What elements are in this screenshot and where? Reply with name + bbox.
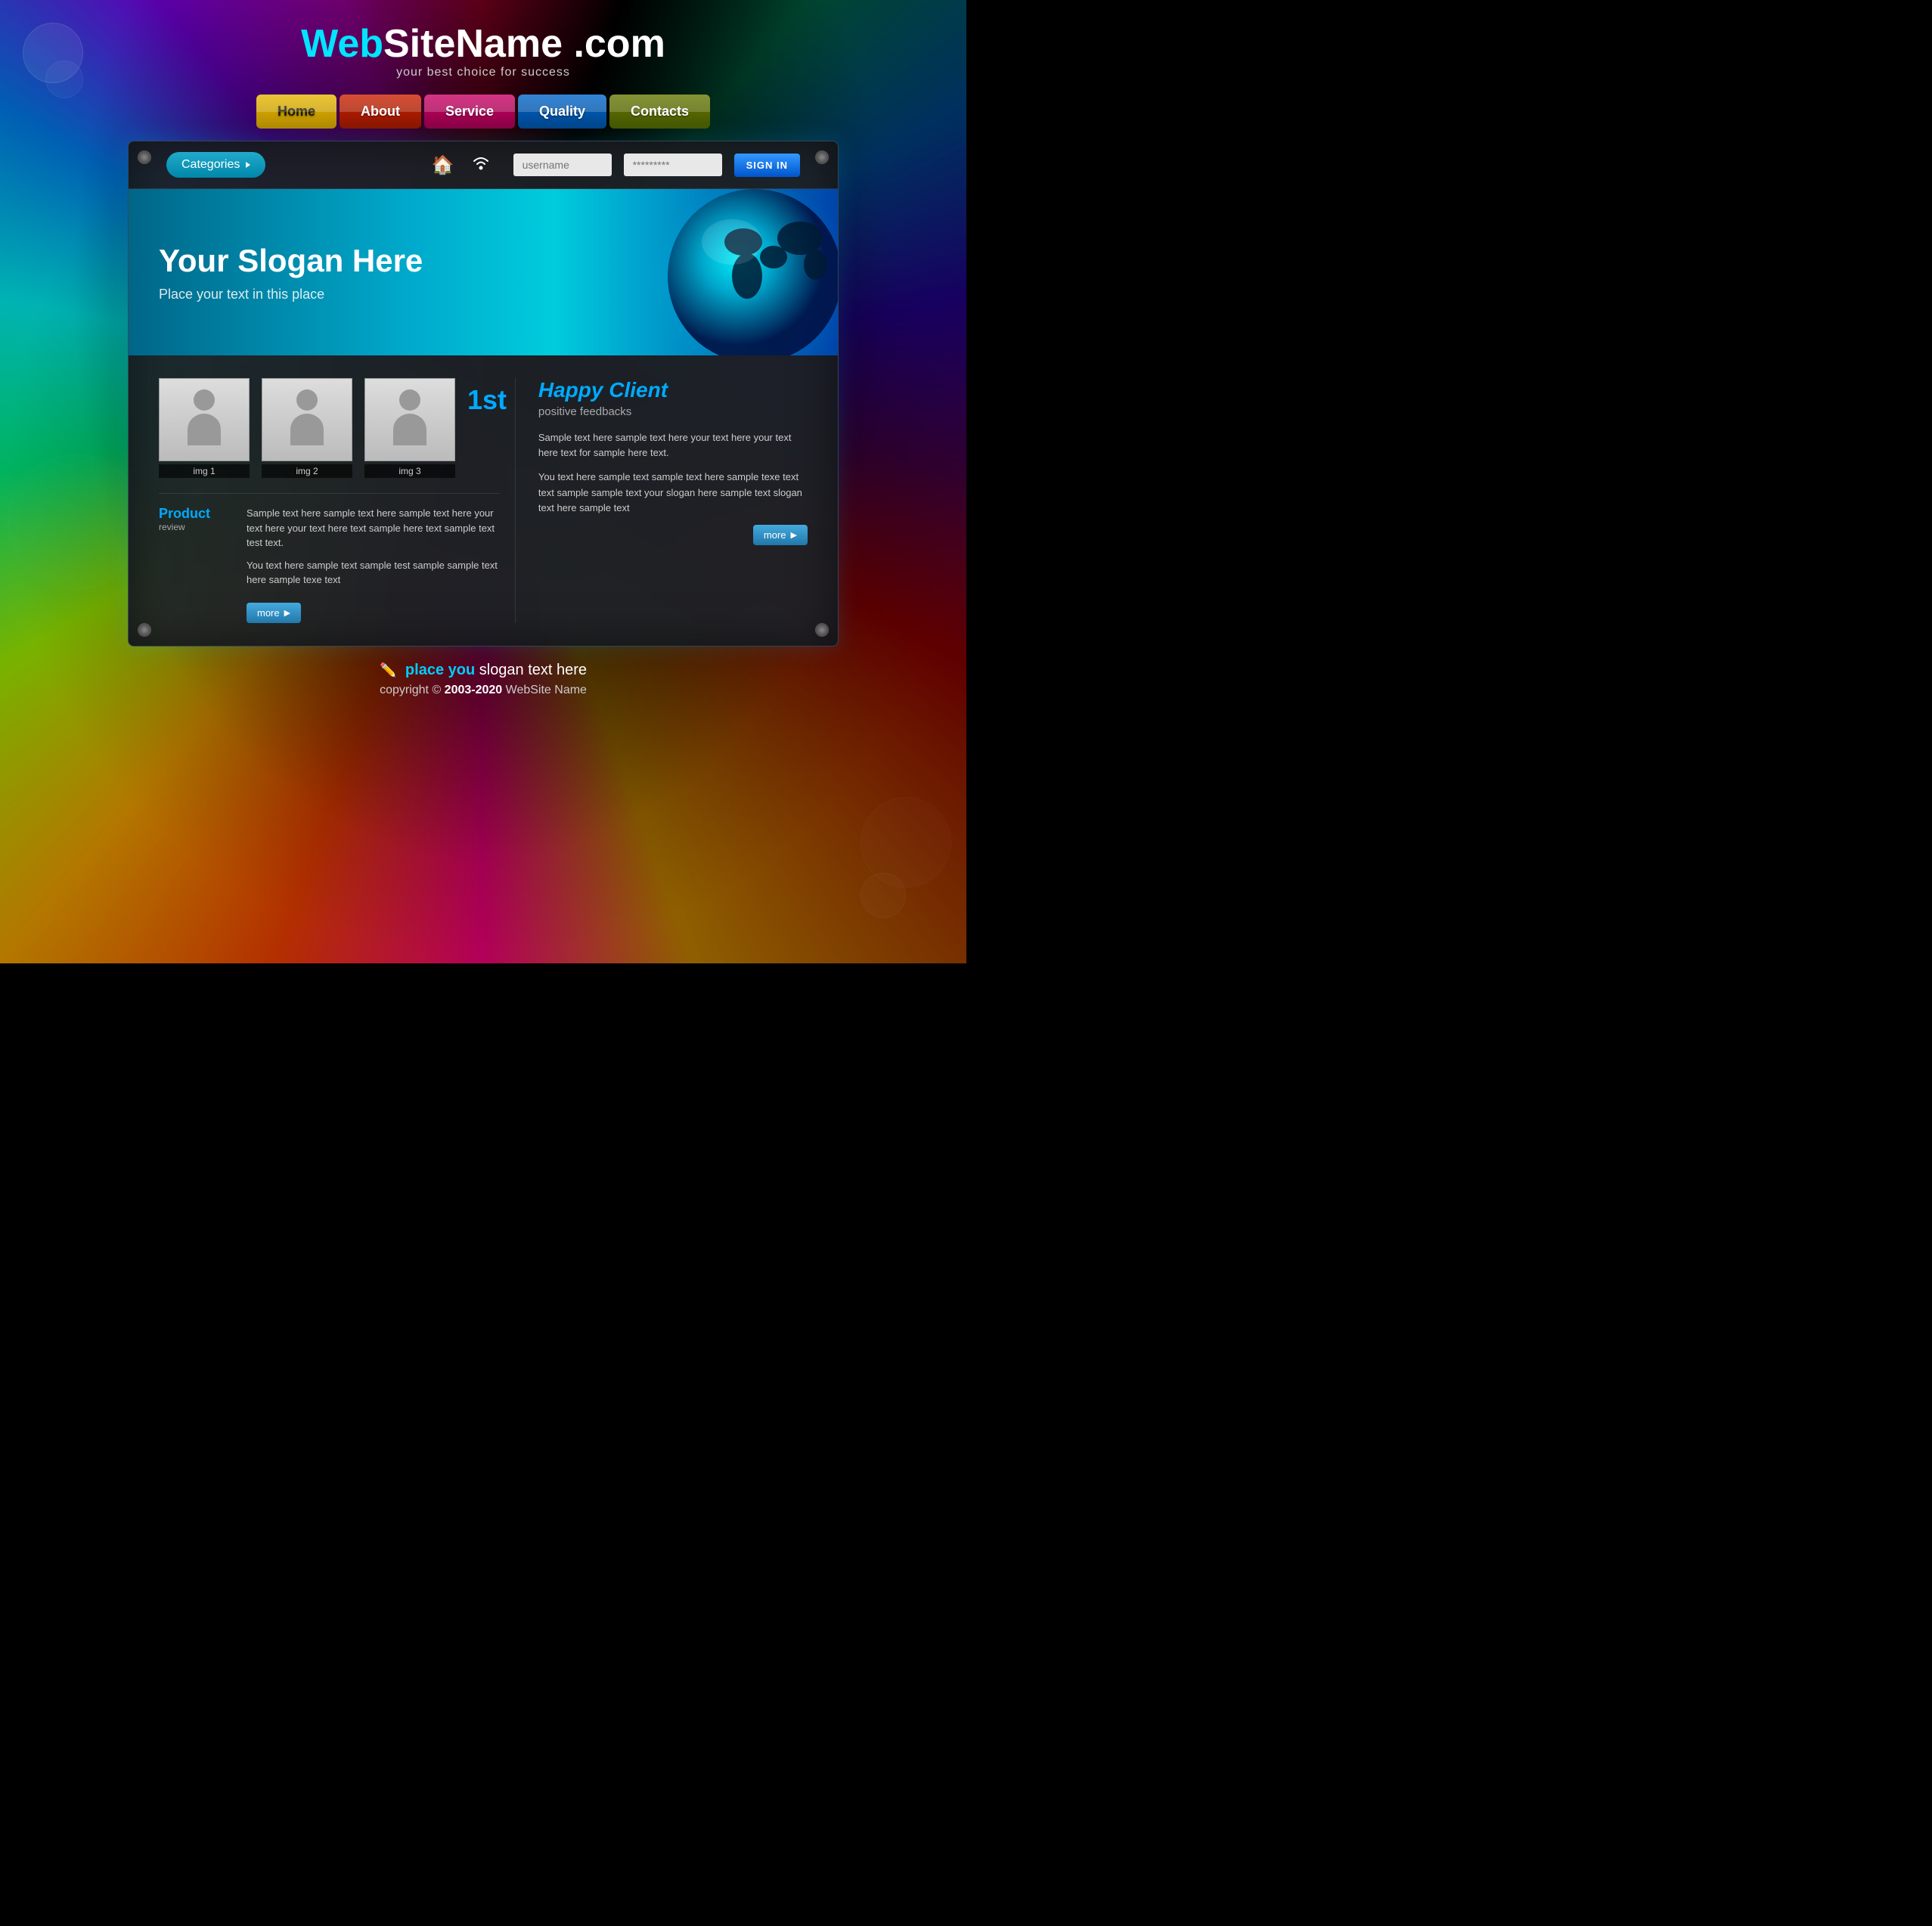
deco-circle-3	[8, 454, 144, 590]
product-text: Sample text here sample text here sample…	[247, 506, 500, 623]
nav-bar: Home About Service Quality Contacts	[128, 95, 839, 129]
right-column: Happy Client positive feedbacks Sample t…	[516, 378, 808, 623]
product-more-arrow-icon: ▶	[284, 608, 290, 618]
image-card-3: img 3	[364, 378, 455, 478]
nav-about[interactable]: About	[340, 95, 421, 129]
images-row: img 1 img 2	[159, 378, 500, 478]
page-wrapper: WebSiteName .com your best choice for su…	[128, 0, 839, 705]
footer-slogan-rest: slogan text here	[475, 662, 587, 678]
globe-svg	[581, 189, 838, 355]
footer: ✏️ place you slogan text here copyright …	[128, 647, 839, 705]
password-input[interactable]	[624, 154, 722, 176]
person-body-3	[393, 414, 426, 445]
happy-text-2: You text here sample text sample text he…	[538, 470, 808, 515]
hero-text: Your Slogan Here Place your text in this…	[159, 243, 423, 302]
product-label: Product review	[159, 506, 234, 623]
person-head-2	[296, 389, 318, 411]
screw-bottom-left	[138, 623, 151, 637]
hero-banner: Your Slogan Here Place your text in this…	[129, 189, 838, 355]
img-placeholder-3	[364, 378, 455, 461]
happy-client-text: Sample text here sample text here your t…	[538, 430, 808, 516]
nav-contacts[interactable]: Contacts	[609, 95, 710, 129]
img-label-1: img 1	[159, 464, 250, 478]
happy-client-subtitle: positive feedbacks	[538, 405, 808, 418]
product-more-button[interactable]: more ▶	[247, 603, 301, 623]
product-title: Product	[159, 506, 234, 522]
product-section: Product review Sample text here sample t…	[159, 493, 500, 623]
main-panel: Categories 🏠 SIGN IN Your Slogan Here	[128, 141, 839, 647]
site-header: WebSiteName .com your best choice for su…	[128, 23, 839, 79]
person-body-2	[290, 414, 324, 445]
product-more-label: more	[257, 607, 280, 619]
image-card-1: img 1	[159, 378, 250, 478]
person-head-3	[399, 389, 420, 411]
title-web: Web	[301, 22, 383, 66]
person-head-1	[194, 389, 215, 411]
title-rest: SiteName .com	[383, 22, 665, 66]
signin-button[interactable]: SIGN IN	[734, 154, 800, 177]
left-column: img 1 img 2	[159, 378, 516, 623]
person-icon-1	[185, 389, 223, 450]
happy-text-1: Sample text here sample text here your t…	[538, 430, 808, 461]
home-icon[interactable]: 🏠	[432, 154, 454, 176]
img-placeholder-1	[159, 378, 250, 461]
happy-more-label: more	[764, 529, 786, 541]
hero-subtext: Place your text in this place	[159, 287, 423, 302]
categories-arrow-icon	[246, 162, 250, 168]
img-label-3: img 3	[364, 464, 455, 478]
footer-slogan: ✏️ place you slogan text here	[128, 662, 839, 679]
rank-badge: 1st	[467, 384, 507, 416]
image-card-2: img 2	[262, 378, 352, 478]
product-text-1: Sample text here sample text here sample…	[247, 506, 500, 551]
person-icon-2	[288, 389, 326, 450]
happy-more-arrow-icon: ▶	[791, 530, 797, 540]
footer-highlight: place you	[405, 662, 475, 678]
categories-button[interactable]: Categories	[166, 152, 265, 178]
deco-circle-2	[45, 60, 83, 98]
person-body-1	[188, 414, 221, 445]
categories-label: Categories	[181, 158, 240, 172]
top-bar: Categories 🏠 SIGN IN	[129, 141, 838, 189]
product-subtitle: review	[159, 522, 234, 532]
screw-bottom-right	[815, 623, 829, 637]
deco-circle-5	[861, 873, 906, 918]
hero-heading: Your Slogan Here	[159, 243, 423, 279]
pencil-icon: ✏️	[380, 662, 396, 678]
content-section: img 1 img 2	[129, 355, 838, 646]
person-icon-3	[391, 389, 429, 450]
nav-service[interactable]: Service	[424, 95, 515, 129]
img-label-2: img 2	[262, 464, 352, 478]
nav-quality[interactable]: Quality	[518, 95, 606, 129]
username-input[interactable]	[513, 154, 612, 176]
footer-copyright: copyright © 2003-2020 WebSite Name	[128, 684, 839, 697]
happy-client-title: Happy Client	[538, 378, 808, 402]
product-text-2: You text here sample text sample test sa…	[247, 558, 500, 588]
globe-container	[581, 189, 838, 355]
footer-brand: WebSite Name	[502, 684, 587, 696]
wifi-icon	[470, 154, 492, 176]
site-title: WebSiteName .com	[128, 23, 839, 66]
happy-more-button[interactable]: more ▶	[753, 525, 808, 545]
nav-home[interactable]: Home	[256, 95, 336, 129]
img-placeholder-2	[262, 378, 352, 461]
footer-copy-text: copyright ©	[380, 684, 445, 696]
site-tagline: your best choice for success	[128, 66, 839, 79]
footer-years: 2003-2020	[445, 684, 503, 696]
